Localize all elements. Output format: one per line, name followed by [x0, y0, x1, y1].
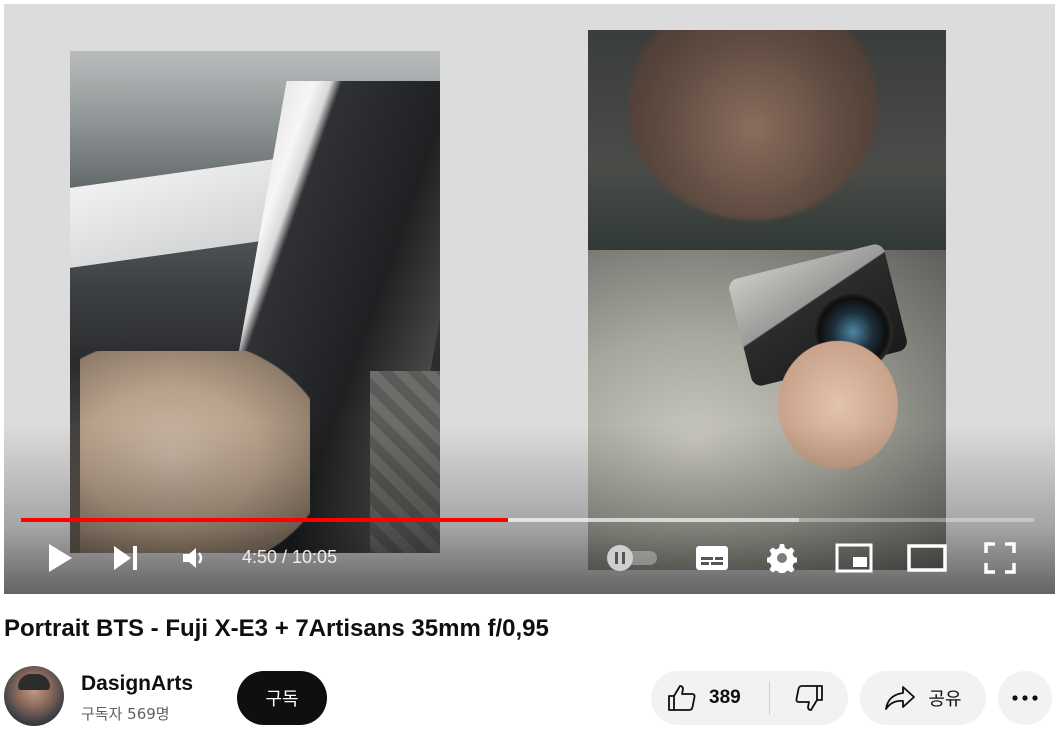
subscribe-button[interactable]: 구독	[237, 671, 327, 725]
dislike-button[interactable]	[770, 671, 848, 725]
autoplay-toggle[interactable]	[607, 545, 659, 571]
fullscreen-button[interactable]	[978, 536, 1022, 580]
fullscreen-icon	[984, 542, 1016, 574]
settings-gear-icon	[767, 544, 797, 573]
autoplay-knob	[607, 545, 633, 571]
pause-icon	[615, 552, 625, 564]
like-button[interactable]: 389	[651, 671, 769, 725]
subtitles-icon	[696, 546, 728, 570]
progress-played	[21, 518, 508, 522]
time-display: 4:50 / 10:05	[242, 547, 338, 567]
play-icon	[49, 544, 72, 572]
channel-name[interactable]: DasignArts	[81, 672, 193, 696]
video-title: Portrait BTS - Fuji X-E3 + 7Artisans 35m…	[4, 615, 549, 642]
like-dislike-group: 389	[651, 671, 848, 725]
like-count: 389	[709, 687, 741, 708]
next-button[interactable]	[104, 536, 148, 580]
share-button[interactable]: 공유	[860, 671, 986, 725]
share-label: 공유	[928, 689, 962, 710]
thumbs-down-icon	[795, 685, 823, 711]
controls-shade	[4, 424, 1055, 594]
channel-avatar[interactable]	[4, 666, 64, 726]
theater-mode-button[interactable]	[904, 536, 950, 580]
share-arrow-icon	[885, 686, 916, 710]
subscriber-count: 구독자 569명	[81, 705, 170, 723]
more-actions-button[interactable]	[998, 671, 1052, 725]
volume-button[interactable]	[172, 536, 216, 580]
progress-bar[interactable]	[21, 518, 1034, 522]
volume-icon	[183, 548, 203, 568]
theater-mode-icon	[907, 544, 947, 572]
next-icon	[114, 546, 137, 570]
settings-button[interactable]	[760, 536, 804, 580]
video-player[interactable]: 4:50 / 10:05	[4, 4, 1055, 594]
more-dots-icon	[1012, 695, 1038, 701]
subtitles-button[interactable]	[690, 536, 734, 580]
thumbs-up-icon	[668, 685, 696, 711]
miniplayer-button[interactable]	[832, 536, 876, 580]
miniplayer-icon	[835, 543, 873, 573]
play-button[interactable]	[38, 536, 82, 580]
